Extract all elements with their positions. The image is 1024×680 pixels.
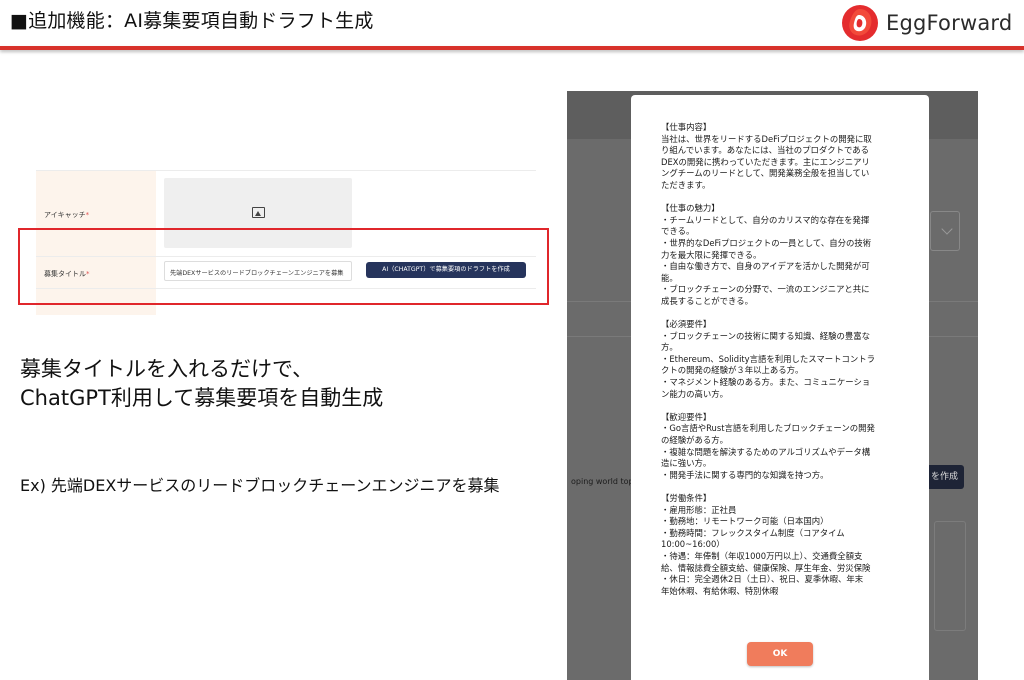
background-create-button: を作成	[924, 465, 964, 489]
section-line: ・休日：完全週休2日（土日）、祝日、夏季休暇、年末	[661, 574, 864, 585]
section-line: ングチームのリードとして、開発業務全般を担当してい	[661, 168, 870, 179]
egg-forward-logo: EggForward	[840, 2, 1012, 44]
section-line: 造に強い方。	[661, 458, 712, 469]
section-line: 成長することができる。	[661, 295, 753, 306]
section-line: ・Go言語やRust言語を利用したブロックチェーンの開発	[661, 423, 875, 434]
section-line: ・複雑な問題を解決するためのアルゴリズムやデータ構	[661, 446, 871, 457]
background-textarea	[934, 521, 966, 631]
section-line: り組んでいます。あなたには、当社のプロダクトである	[661, 145, 870, 156]
section-heading: 【仕事の魅力】	[661, 203, 720, 214]
draft-section: 【歓迎要件】 ・Go言語やRust言語を利用したブロックチェーンの開発 の経験がある…	[661, 412, 901, 482]
example-text: Ex) 先端DEXサービスのリードブロックチェーンエンジニアを募集	[20, 476, 500, 495]
section-heading: 【必須要件】	[661, 319, 712, 330]
section-line: の経験がある方。	[661, 435, 728, 446]
highlight-frame	[18, 228, 549, 305]
section-line: ・Ethereum、Solidity言語を利用したスマートコントラ	[661, 353, 876, 364]
section-line: DEXの開発に携わっていただきます。主にエンジニアリ	[661, 156, 870, 167]
section-line: ・世界的なDeFiプロジェクトの一員として、自分の技術	[661, 237, 872, 248]
section-line: ・勤務地：リモートワーク可能（日本国内）	[661, 516, 829, 527]
background-title-text: oping world top	[571, 477, 634, 486]
section-line: ・開発手法に関する専門的な知識を持つ方。	[661, 469, 829, 480]
section-line: ・ブロックチェーンの分野で、一流のエンジニアと共に	[661, 284, 870, 295]
section-line: 年始休暇、有給休暇、特別休暇	[661, 585, 779, 596]
section-line: 方。	[661, 342, 678, 353]
section-line: ・チームリードとして、自分のカリスマ的な存在を発揮	[661, 214, 870, 225]
caption-line-1: 募集タイトルを入れるだけで、	[20, 357, 314, 381]
ok-button[interactable]: OK	[747, 642, 813, 666]
section-heading: 【労働条件】	[661, 493, 712, 503]
draft-modal: 【仕事内容】 当社は、世界をリードするDeFiプロジェクトの開発に取 り組んでいます…	[631, 95, 929, 680]
section-heading: 【仕事内容】	[661, 122, 712, 132]
draft-content: 【仕事内容】 当社は、世界をリードするDeFiプロジェクトの開発に取 り組んでいます…	[661, 122, 901, 609]
section-line: ・ブロックチェーンの技術に関する知識、経験の豊富な	[661, 330, 870, 341]
app-screenshot: oping world top を作成 【仕事内容】 当社は、世界をリードするDe…	[567, 91, 978, 680]
feature-caption: 募集タイトルを入れるだけで、 ChatGPT利用して募集要項を自動生成	[20, 355, 383, 413]
section-line: ・雇用形態：正社員	[661, 504, 737, 515]
section-line: 力を最大限に発揮できる。	[661, 249, 762, 260]
section-line: ・待遇：年俸制（年収1000万円以上）、交通費全額支	[661, 550, 863, 561]
section-line: 給、情報誌費全額支給、健康保険、厚生年金、労災保険	[661, 562, 871, 573]
image-icon	[252, 207, 265, 218]
logo-text: EggForward	[886, 11, 1013, 35]
section-heading: 【歓迎要件】	[661, 411, 712, 422]
caption-line-2: ChatGPT利用して募集要項を自動生成	[20, 386, 384, 410]
header-rule	[0, 46, 1024, 50]
section-line: ン能力の高い方。	[661, 388, 728, 399]
section-line: ・自由な働き方で、自身のアイデアを活かした開発が可	[661, 261, 870, 272]
draft-section: 【仕事の魅力】 ・チームリードとして、自分のカリスマ的な存在を発揮 できる。 ・世界的…	[661, 203, 901, 307]
section-line: 10:00~16:00）	[661, 539, 725, 550]
draft-section: 【労働条件】 ・雇用形態：正社員 ・勤務地：リモートワーク可能（日本国内） ・勤務時間…	[661, 493, 901, 597]
section-line: 当社は、世界をリードするDeFiプロジェクトの開発に取	[661, 133, 872, 144]
eyecatch-label: アイキャッチ*	[44, 211, 90, 219]
draft-section: 【必須要件】 ・ブロックチェーンの技術に関する知識、経験の豊富な 方。 ・Ethere…	[661, 319, 901, 400]
section-line: クトの開発の経験が３年以上ある方。	[661, 365, 804, 376]
section-line: ただきます。	[661, 179, 711, 190]
slide-title: ■追加機能：AI募集要項自動ドラフト生成	[10, 10, 374, 32]
draft-section: 【仕事内容】 当社は、世界をリードするDeFiプロジェクトの開発に取 り組んでいます…	[661, 122, 901, 192]
section-line: 能。	[661, 272, 678, 283]
section-line: ・勤務時間：フレックスタイム制度（コアタイム	[661, 527, 845, 538]
required-mark: *	[85, 211, 90, 219]
form-divider	[36, 170, 536, 171]
egg-logo-icon	[842, 5, 878, 41]
section-line: できる。	[661, 226, 695, 237]
section-line: ・マネジメント経験のある方。また、コミュニケーショ	[661, 377, 871, 388]
